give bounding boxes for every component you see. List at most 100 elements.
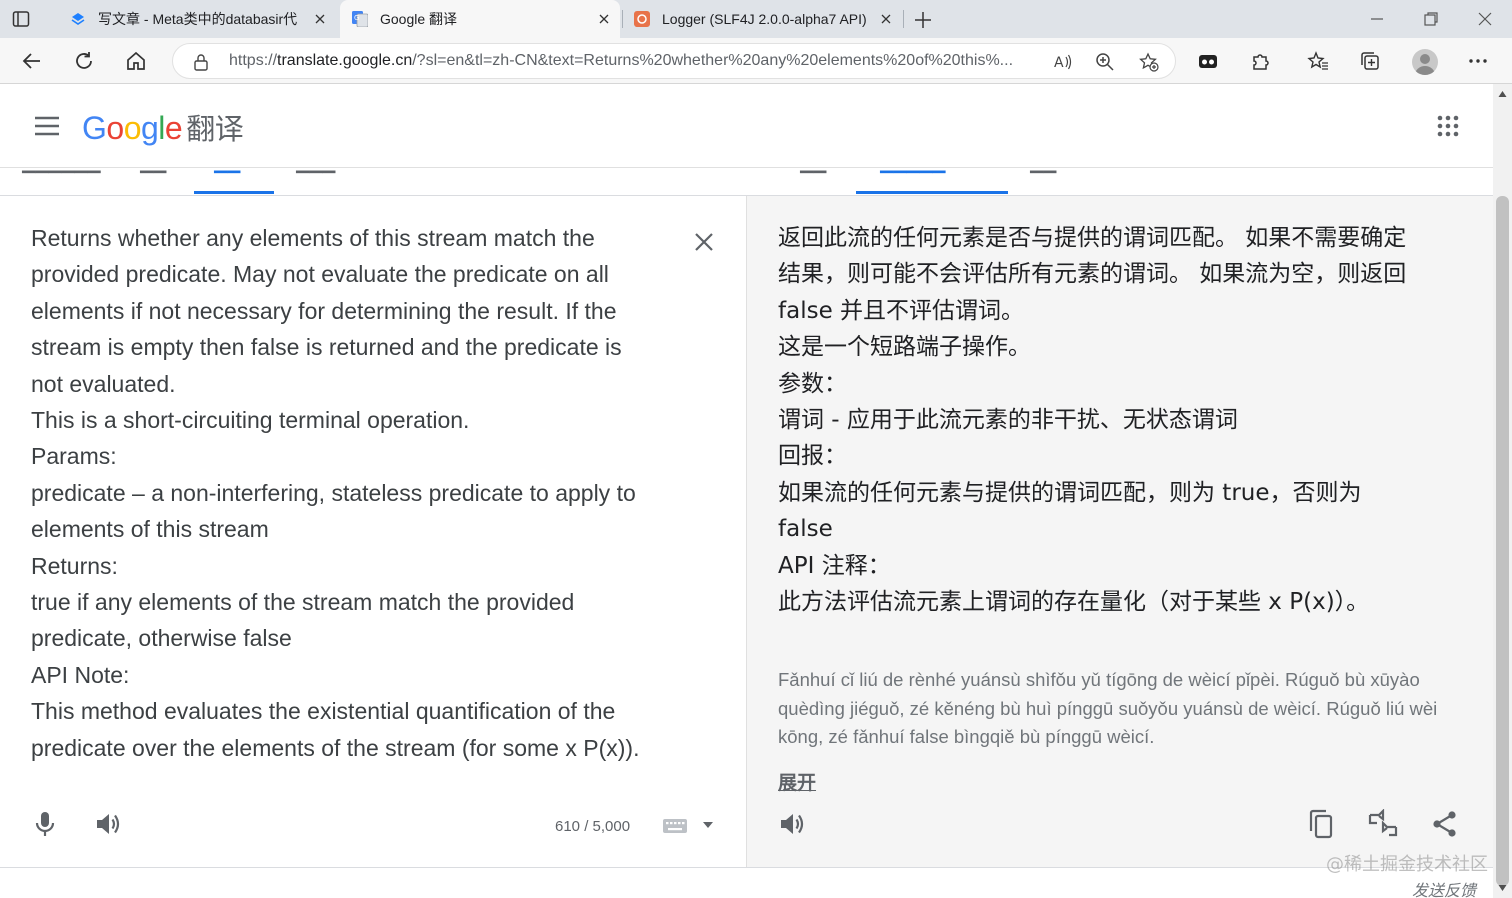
microphone-icon: [35, 812, 55, 836]
translation-line: 回报：: [778, 443, 847, 470]
source-lang-tab-english[interactable]: ▁▁: [214, 168, 240, 174]
source-line: predicate – a non-interfering, stateless…: [31, 479, 636, 506]
browser-tab-article[interactable]: 写文章 - Meta类中的databasir代: [58, 0, 336, 38]
share-translation-button[interactable]: [1429, 808, 1461, 840]
address-bar[interactable]: https://translate.google.cn/?sl=en&tl=zh…: [172, 43, 1176, 79]
home-button[interactable]: [124, 49, 148, 73]
read-aloud-icon[interactable]: A: [1053, 52, 1073, 72]
logo-letter: l: [158, 110, 165, 146]
copy-translation-button[interactable]: [1305, 808, 1337, 840]
logo-letter: o: [106, 110, 124, 146]
site-watermark: @稀土掘金技术社区: [1326, 854, 1488, 875]
restore-icon[interactable]: [1422, 10, 1440, 28]
copy-icon: [1309, 809, 1333, 839]
logo-letter: e: [164, 110, 183, 146]
minimize-icon[interactable]: [1368, 10, 1386, 28]
url-host: translate.google.cn: [277, 52, 413, 69]
close-tab-icon[interactable]: [310, 9, 330, 29]
character-counter: 610 / 5,000: [555, 818, 631, 835]
scrollbar-thumb[interactable]: [1496, 196, 1509, 886]
romanization-line: Fǎnhuí cǐ liú de rènhé yuánsù shìfǒu yǔ …: [778, 669, 1420, 690]
source-line: predicate over the elements of the strea…: [31, 734, 640, 761]
logo-letter: G: [82, 110, 107, 146]
translation-line: false 并且不评估谓词。: [778, 297, 1025, 324]
favorites-button[interactable]: [1306, 49, 1330, 73]
source-tab-indicator: [194, 191, 274, 194]
source-line: true if any elements of the stream match…: [31, 589, 575, 616]
page-scrollbar[interactable]: [1493, 84, 1512, 898]
listen-source-button[interactable]: [92, 808, 124, 840]
lock-icon[interactable]: [193, 53, 209, 71]
browser-tab-google-translate[interactable]: G Google 翻译: [340, 0, 620, 38]
collections-button[interactable]: [1358, 49, 1382, 73]
favorites-star-icon: [1307, 51, 1328, 70]
article-favicon-icon: [71, 13, 85, 25]
expand-link[interactable]: 展开: [778, 768, 816, 795]
google-translate-logo[interactable]: Google 翻译: [82, 106, 244, 148]
translation-line: 谓词 - 应用于此流元素的非干扰、无状态谓词: [778, 407, 1238, 434]
clear-source-icon[interactable]: [692, 230, 716, 254]
listen-translation-button[interactable]: [776, 808, 808, 840]
source-line: predicate, otherwise false: [31, 625, 292, 652]
source-line: provided predicate. May not evaluate the…: [31, 261, 609, 288]
panel-bottom-divider: [0, 867, 1493, 868]
close-tab-icon[interactable]: [876, 9, 896, 29]
profile-avatar[interactable]: [1412, 49, 1438, 75]
close-tab-icon[interactable]: [594, 9, 614, 29]
close-window-icon[interactable]: [1476, 10, 1494, 28]
new-tab-icon[interactable]: [912, 9, 934, 31]
romanization-line: quèdìng jiéguǒ, zé kěnéng bù huì pínggū …: [778, 697, 1438, 719]
puzzle-icon: [1253, 54, 1269, 70]
google-apps-icon[interactable]: [1436, 114, 1460, 138]
url-text[interactable]: https://translate.google.cn/?sl=en&tl=zh…: [229, 52, 1041, 70]
translation-line: 结果，则可能不会评估所有元素的谓词。 如果流为空，则返回: [778, 261, 1407, 288]
browser-tab-logger[interactable]: Logger (SLF4J 2.0.0-alpha7 API): [622, 0, 902, 38]
url-scheme: https://: [229, 52, 278, 69]
scroll-up-arrow-icon[interactable]: [1498, 90, 1507, 98]
product-name: 翻译: [186, 114, 244, 146]
svg-text:A: A: [1054, 55, 1064, 71]
tab-actions-icon[interactable]: [12, 10, 30, 28]
refresh-icon: [76, 52, 92, 69]
translation-line: 这是一个短路端子操作。: [778, 334, 1031, 361]
scroll-down-arrow-icon[interactable]: [1498, 884, 1507, 892]
target-lang-tab-english[interactable]: ▁▁: [800, 168, 826, 174]
target-lang-tab-chinese[interactable]: ▁▁▁▁▁: [880, 168, 945, 174]
zoom-icon[interactable]: [1095, 52, 1115, 72]
source-line: elements if not necessary for determinin…: [31, 297, 617, 324]
rate-translation-button[interactable]: [1367, 808, 1399, 840]
svg-text:G: G: [354, 14, 359, 22]
translation-panel: 返回此流的任何元素是否与提供的谓词匹配。 如果不需要确定 结果，则可能不会评估所…: [746, 196, 1493, 868]
browser-tab-strip: 写文章 - Meta类中的databasir代 G Google 翻译 Logg…: [0, 0, 1512, 38]
voice-input-button[interactable]: [29, 808, 61, 840]
back-button[interactable]: [20, 49, 44, 73]
language-tab-bar: ▁▁▁▁▁▁ ▁▁ ▁▁ ▁▁▁ ▁▁ ▁▁▁▁▁ ▁▁: [0, 168, 1493, 196]
send-feedback-link[interactable]: 发送反馈: [1412, 877, 1476, 898]
google-translate-favicon-icon: G: [352, 11, 368, 27]
extensions-button[interactable]: [1248, 49, 1272, 73]
input-tools-dropdown-icon[interactable]: [702, 820, 714, 830]
more-dots-icon: [1469, 59, 1487, 63]
target-tab-indicator: [856, 191, 1008, 194]
settings-more-button[interactable]: [1466, 49, 1490, 73]
source-line: This method evaluates the existential qu…: [31, 698, 616, 725]
refresh-button[interactable]: [72, 49, 96, 73]
rate-translation-icon: [1368, 809, 1398, 837]
add-favorite-icon[interactable]: [1139, 52, 1159, 72]
translation-output: 返回此流的任何元素是否与提供的谓词匹配。 如果不需要确定 结果，则可能不会评估所…: [778, 220, 1458, 620]
source-text-input[interactable]: Returns whether any elements of this str…: [31, 220, 681, 766]
source-line: Returns:: [31, 552, 118, 579]
romanization-line: kōng, zé fǎnhuí false bìngqiě bù pínggū …: [778, 726, 1155, 748]
extension-glasses-icon: [1199, 55, 1217, 68]
target-lang-tab-japanese[interactable]: ▁▁: [1030, 168, 1056, 174]
logo-letter: g: [140, 110, 159, 146]
collections-extension-button[interactable]: [1196, 49, 1220, 73]
translation-line: 参数：: [778, 370, 847, 397]
source-line: API Note:: [31, 661, 130, 688]
source-lang-tab-detect[interactable]: ▁▁▁▁▁▁: [22, 168, 100, 174]
main-menu-icon[interactable]: [34, 116, 60, 136]
source-lang-tab-chinese[interactable]: ▁▁: [140, 168, 166, 174]
logo-letter: o: [123, 110, 142, 146]
source-lang-tab-german[interactable]: ▁▁▁: [296, 168, 335, 174]
keyboard-icon[interactable]: [662, 818, 688, 834]
